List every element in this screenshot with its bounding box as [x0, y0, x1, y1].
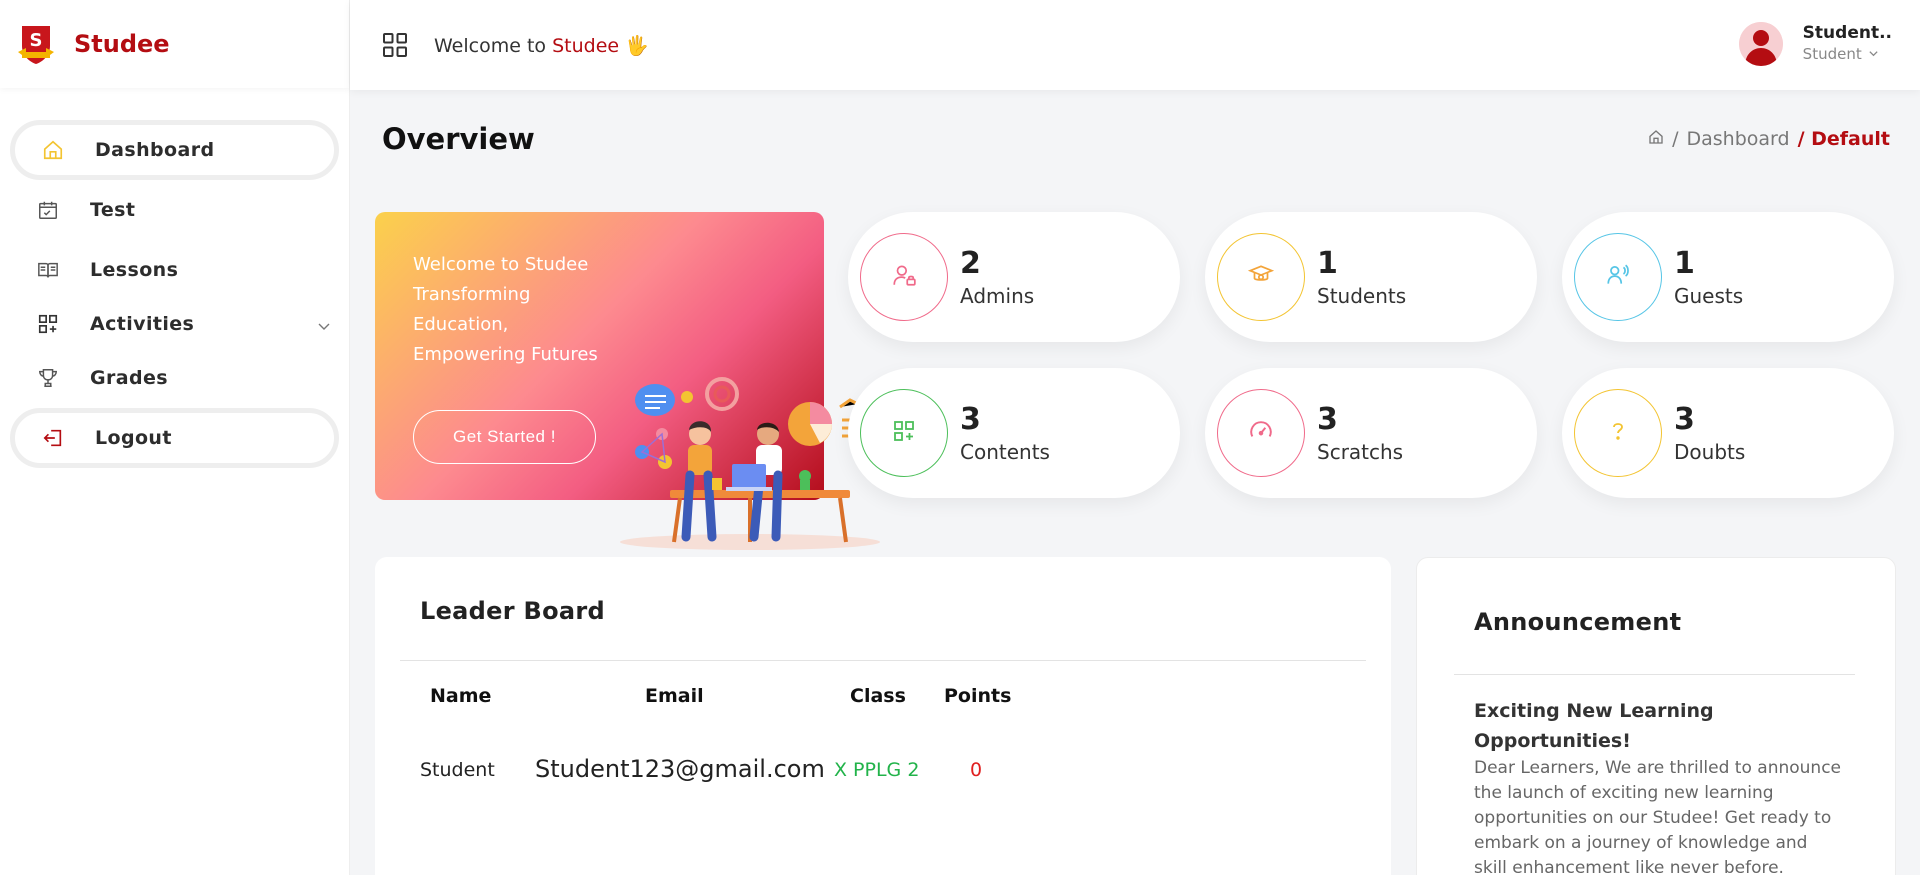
stat-card-scratchs[interactable]: 3 Scratchs	[1205, 368, 1537, 498]
sidebar: S Studee Dashboard Test Lessons Activiti…	[0, 0, 350, 875]
apps-add-icon	[892, 419, 916, 447]
column-header-points: Points	[944, 685, 1012, 707]
stat-label: Admins	[960, 284, 1035, 308]
question-icon	[1606, 419, 1630, 447]
breadcrumb-separator: /	[1672, 128, 1679, 150]
sidebar-item-activities[interactable]: Activities	[10, 300, 339, 348]
grid-menu-icon[interactable]	[382, 32, 408, 58]
table-cell-email: Student123@gmail.com	[535, 755, 825, 783]
announcement-headline: Exciting New Learning Opportunities!	[1474, 700, 1714, 752]
breadcrumb: / Dashboard / Default	[1648, 128, 1890, 150]
avatar[interactable]	[1738, 22, 1783, 66]
top-header: Welcome to Studee 🖐 Student.. Student	[350, 0, 1920, 90]
welcome-message: Welcome to Studee 🖐	[434, 34, 649, 57]
users-icon	[1605, 262, 1631, 292]
column-header-class: Class	[850, 685, 906, 707]
welcome-hero-card: Welcome to Studee Transforming Education…	[375, 212, 880, 550]
sidebar-item-dashboard[interactable]: Dashboard	[10, 120, 339, 180]
sidebar-item-test[interactable]: Test	[10, 180, 339, 240]
leaderboard-title: Leader Board	[420, 597, 606, 625]
sidebar-nav: Dashboard Test Lessons Activities Grades…	[0, 88, 349, 468]
speedometer-icon	[1248, 418, 1274, 448]
stat-card-doubts[interactable]: 3 Doubts	[1562, 368, 1894, 498]
column-header-name: Name	[430, 685, 492, 707]
stat-card-guests[interactable]: 1 Guests	[1562, 212, 1894, 342]
svg-text:S: S	[30, 30, 43, 51]
user-menu[interactable]: Student.. Student	[1738, 22, 1892, 66]
divider	[1454, 674, 1855, 675]
stat-value: 3	[960, 402, 981, 437]
overview-bar: Overview / Dashboard / Default	[350, 95, 1920, 183]
user-role-label: Student	[1802, 45, 1862, 63]
calendar-check-icon	[36, 198, 60, 222]
hero-line-3: Empowering Futures	[413, 344, 598, 365]
page-title: Overview	[382, 122, 535, 156]
stat-value: 1	[1317, 246, 1338, 281]
stat-value: 3	[1674, 402, 1695, 437]
welcome-brand: Studee	[552, 34, 620, 57]
user-name: Student..	[1802, 23, 1892, 43]
stat-card-admins[interactable]: 2 Admins	[848, 212, 1180, 342]
brand-name: Studee	[74, 30, 170, 58]
sidebar-item-label: Grades	[90, 367, 168, 389]
brand[interactable]: S Studee	[0, 0, 349, 88]
home-icon[interactable]	[1648, 128, 1664, 150]
students-illustration	[600, 342, 890, 552]
announcement-title: Announcement	[1474, 608, 1682, 636]
sidebar-item-label: Lessons	[90, 259, 179, 281]
stat-label: Guests	[1674, 284, 1744, 308]
stat-label: Scratchs	[1317, 440, 1404, 464]
divider	[400, 660, 1366, 661]
book-open-icon	[36, 258, 60, 282]
studee-logo: S	[16, 24, 56, 64]
stat-icon-circle	[1217, 233, 1305, 321]
hero-line-1: Transforming	[413, 284, 531, 305]
stat-label: Contents	[960, 440, 1050, 464]
sidebar-item-grades[interactable]: Grades	[10, 348, 339, 408]
chevron-down-icon[interactable]	[317, 316, 331, 338]
sidebar-item-lessons[interactable]: Lessons	[10, 240, 339, 300]
announcement-card: Announcement Exciting New Learning Oppor…	[1416, 557, 1896, 875]
stat-icon-circle	[860, 233, 948, 321]
stat-value: 1	[1674, 246, 1695, 281]
leaderboard-card: Leader Board Name Email Class Points Stu…	[375, 557, 1391, 875]
stat-label: Doubts	[1674, 440, 1746, 464]
stat-icon-circle	[860, 389, 948, 477]
sidebar-item-label: Dashboard	[95, 139, 215, 161]
breadcrumb-dashboard[interactable]: Dashboard	[1686, 128, 1789, 150]
stat-value: 2	[960, 246, 981, 281]
logout-icon	[41, 426, 65, 450]
hero-line-2: Education,	[413, 314, 509, 335]
table-cell-class: X PPLG 2	[834, 759, 920, 781]
welcome-prefix: Welcome to	[434, 34, 547, 57]
sidebar-item-label: Logout	[95, 427, 172, 449]
table-cell-name: Student	[420, 759, 495, 781]
stat-value: 3	[1317, 402, 1338, 437]
stat-icon-circle	[1574, 389, 1662, 477]
breadcrumb-current: / Default	[1797, 128, 1890, 150]
stat-card-students[interactable]: 1 Students	[1205, 212, 1537, 342]
column-header-email: Email	[645, 685, 704, 707]
announcement-body: Dear Learners, We are thrilled to announ…	[1474, 758, 1842, 875]
user-lock-icon	[891, 262, 917, 292]
hero-title: Welcome to Studee	[413, 254, 589, 275]
sidebar-item-label: Test	[90, 199, 136, 221]
apps-add-icon	[36, 312, 60, 336]
stat-icon-circle	[1217, 389, 1305, 477]
get-started-button[interactable]: Get Started !	[413, 410, 596, 464]
home-icon	[41, 138, 65, 162]
wave-hand-icon: 🖐	[625, 34, 649, 57]
stat-label: Students	[1317, 284, 1407, 308]
graduation-cap-icon	[1247, 262, 1275, 292]
table-cell-points: 0	[970, 759, 983, 781]
sidebar-item-label: Activities	[90, 313, 195, 335]
stat-card-contents[interactable]: 3 Contents	[848, 368, 1180, 498]
trophy-icon	[36, 366, 60, 390]
stat-icon-circle	[1574, 233, 1662, 321]
sidebar-item-logout[interactable]: Logout	[10, 408, 339, 468]
chevron-down-icon[interactable]	[1868, 44, 1879, 65]
user-role: Student	[1803, 44, 1892, 65]
